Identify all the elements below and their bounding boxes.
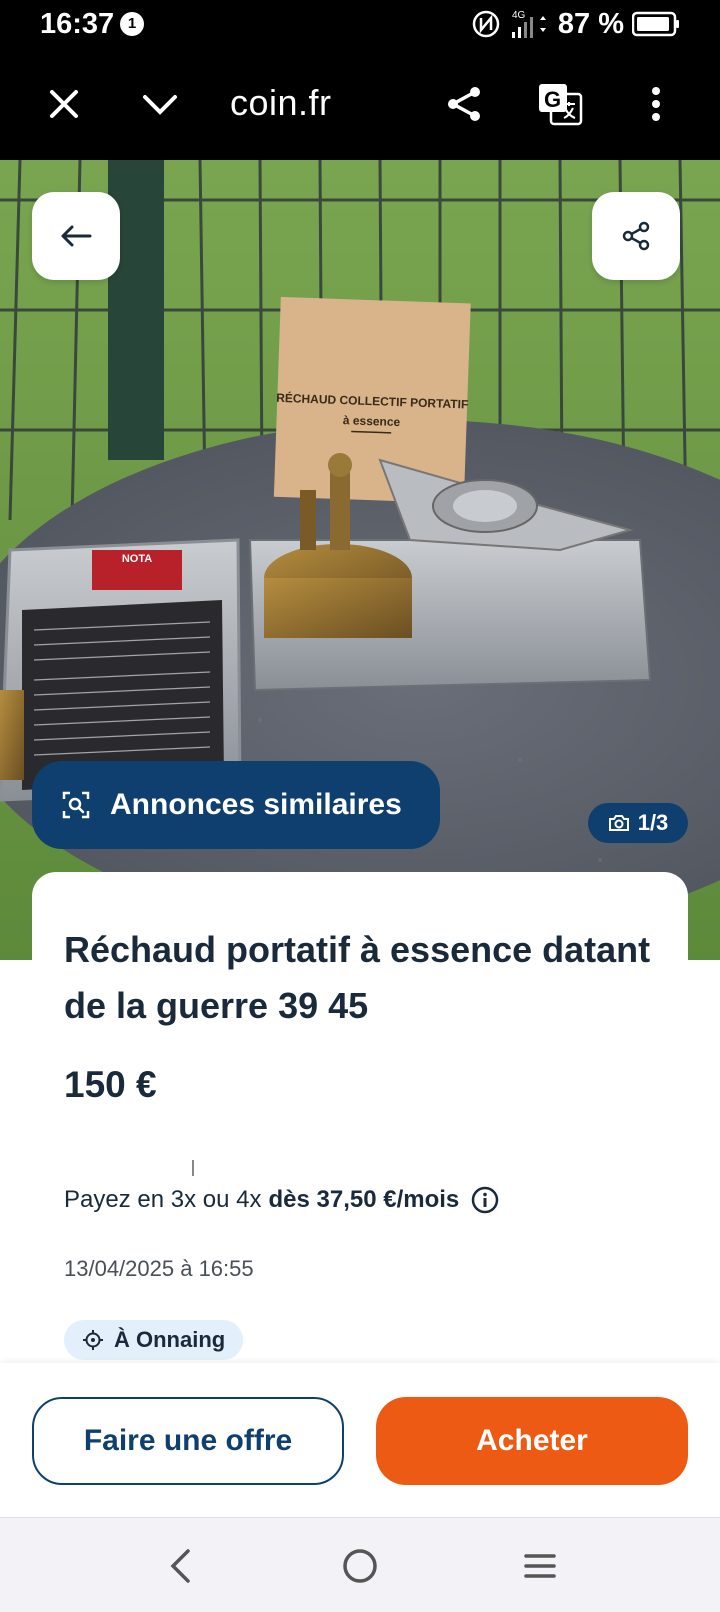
installments-prefix: Payez en 3x ou 4x [64,1186,262,1213]
image-search-icon [62,791,90,819]
share-icon [622,221,650,251]
translate-button[interactable]: G [532,76,588,132]
svg-text:NOTA: NOTA [122,553,152,565]
battery-percent: 87 % [557,7,624,40]
buy-button[interactable]: Acheter [376,1397,688,1485]
location-chip[interactable]: À Onnaing [64,1320,244,1360]
back-button[interactable] [32,192,120,280]
screen: 16:37 1 4G 87 % coin.fr G RÉCHAUD COLLEC… [0,0,720,1612]
minimize-button[interactable] [132,76,188,132]
svg-text:G: G [544,87,561,112]
translate-icon: G [539,84,583,126]
status-icons: 4G 87 % [472,6,720,42]
listing-title: Réchaud portatif à essence datant de la … [64,929,651,1026]
installments-amount: dès 37,50 €/mois [268,1186,460,1213]
close-tab-button[interactable] [36,76,92,132]
nfc-icon [472,10,500,38]
chevron-down-icon [143,95,177,115]
svg-text:4G: 4G [512,10,526,21]
browser-share-button[interactable] [436,76,492,132]
similar-listings-label: Annonces similaires [110,788,402,821]
action-bar: Faire une offre Acheter [0,1363,720,1517]
location-text: À Onnaing [114,1327,226,1352]
menu-icon [524,1554,556,1578]
arrow-left-icon [61,225,92,247]
similar-listings-button[interactable]: Annonces similaires [32,761,440,849]
signal-icon: 4G [511,10,546,38]
status-bar: 16:37 1 4G 87 % [0,0,720,48]
photo-counter: 1/3 [588,803,688,843]
status-time: 16:37 [40,8,115,40]
location-target-icon [83,1330,103,1350]
make-offer-button[interactable]: Faire une offre [32,1397,344,1485]
system-recents-button[interactable] [512,1538,568,1594]
browser-toolbar: coin.fr G [0,48,720,160]
listing-date: 13/04/2025 à 16:55 [64,1256,254,1281]
system-back-button[interactable] [152,1538,208,1594]
system-home-button[interactable] [332,1538,388,1594]
listing-card: Réchaud portatif à essence datant de la … [32,872,688,1392]
svg-text:à essence: à essence [343,413,401,429]
listing-price: 150 € [64,1064,157,1105]
divider-mark [192,1160,194,1176]
camera-icon [608,815,629,831]
share-icon [448,87,480,121]
browser-menu-button[interactable] [628,76,684,132]
notification-badge: 1 [120,12,144,36]
chevron-left-icon [170,1549,190,1583]
close-icon [50,90,78,118]
photo-counter-text: 1/3 [637,810,669,835]
info-icon[interactable] [471,1186,499,1214]
url-text[interactable]: coin.fr [230,82,332,124]
share-listing-button[interactable] [592,192,680,280]
installments-info[interactable]: Payez en 3x ou 4x dès 37,50 €/mois [64,1186,499,1214]
system-nav-bar [0,1517,720,1612]
battery-icon [632,11,679,37]
more-vert-icon [652,87,660,121]
home-circle-icon [343,1549,377,1583]
